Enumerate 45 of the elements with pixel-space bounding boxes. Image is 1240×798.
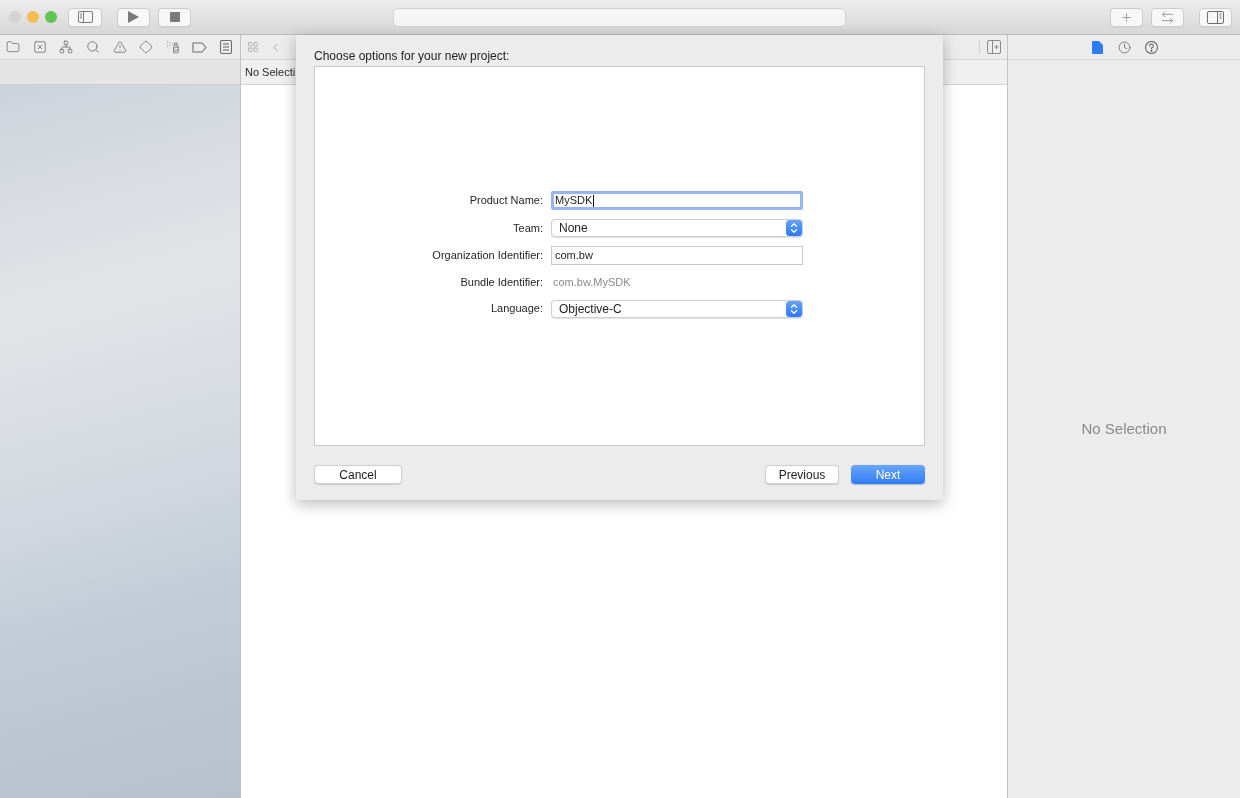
stepper-arrows-icon bbox=[786, 300, 802, 317]
plus-icon bbox=[1120, 10, 1133, 24]
stop-button[interactable] bbox=[158, 7, 191, 27]
grid-icon[interactable] bbox=[247, 41, 259, 53]
folder-icon[interactable] bbox=[6, 40, 20, 54]
field-label: Bundle Identifier: bbox=[459, 275, 543, 290]
sidebar-icon bbox=[77, 11, 93, 23]
static-value: com.bw.MySDK bbox=[552, 275, 631, 290]
previous-button[interactable]: Previous bbox=[765, 465, 839, 484]
editor-tab[interactable]: No Selecti bbox=[245, 63, 296, 81]
swap-arrows-icon bbox=[1160, 9, 1175, 25]
split-editor-icon[interactable] bbox=[987, 40, 1001, 54]
review-button[interactable] bbox=[1151, 7, 1184, 27]
inspector-toggle-button[interactable] bbox=[1199, 7, 1232, 27]
field-label: Organization Identifier: bbox=[431, 248, 543, 264]
text-field[interactable]: com.bw bbox=[551, 246, 803, 265]
popup-button[interactable]: None bbox=[551, 219, 803, 237]
field-label: Language: bbox=[490, 301, 543, 317]
run-button[interactable] bbox=[117, 7, 150, 27]
file-icon[interactable] bbox=[1090, 40, 1104, 54]
popup-button[interactable]: Objective-C bbox=[551, 299, 803, 318]
navigator-toggle-button[interactable] bbox=[68, 7, 102, 27]
help-icon[interactable] bbox=[1144, 40, 1158, 54]
field-label: Team: bbox=[512, 220, 543, 236]
field-label: Product Name: bbox=[468, 193, 543, 209]
tag-icon[interactable] bbox=[192, 41, 208, 53]
text-field[interactable]: MySDK bbox=[551, 191, 803, 210]
zoom-button[interactable] bbox=[45, 11, 57, 23]
stepper-arrows-icon bbox=[786, 220, 802, 236]
diamond-icon[interactable] bbox=[139, 40, 154, 54]
warning-icon[interactable] bbox=[112, 40, 127, 54]
search-icon[interactable] bbox=[85, 40, 100, 54]
list-icon[interactable] bbox=[220, 40, 232, 54]
play-icon bbox=[128, 11, 139, 23]
clock-icon[interactable] bbox=[1117, 40, 1131, 54]
hierarchy-icon[interactable] bbox=[59, 40, 74, 54]
cancel-button[interactable]: Cancel bbox=[314, 465, 402, 484]
dialog-title: Choose options for your new project: bbox=[314, 49, 510, 63]
library-button[interactable] bbox=[1110, 7, 1143, 27]
spray-can-icon[interactable] bbox=[165, 40, 180, 54]
stop-icon bbox=[169, 12, 180, 22]
text-cursor-icon bbox=[593, 194, 595, 207]
empty-message: No Selection bbox=[1081, 418, 1167, 439]
panel-right-icon bbox=[1207, 10, 1224, 24]
x-square-icon[interactable] bbox=[32, 40, 47, 54]
